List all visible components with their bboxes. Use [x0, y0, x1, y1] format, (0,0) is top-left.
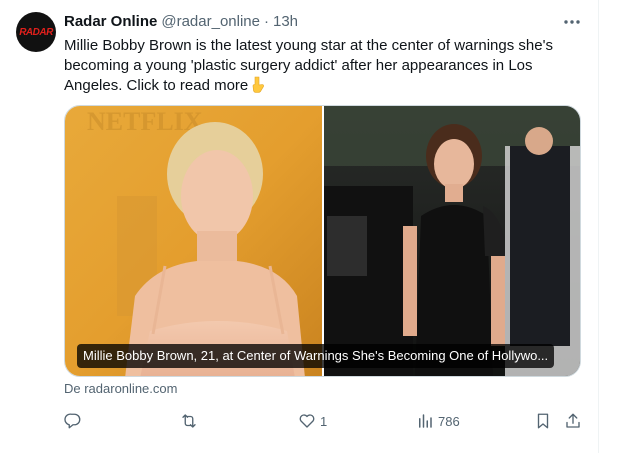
netflix-backdrop-text: NETFLIX	[87, 107, 203, 136]
link-card[interactable]: NETFLIX Millie Bobby Brown, 21, at Cente…	[64, 105, 581, 377]
retweet-button[interactable]	[172, 404, 206, 438]
author-name[interactable]: Radar Online	[64, 13, 157, 30]
heart-icon	[290, 404, 324, 438]
tweet-text: Millie Bobby Brown is the latest young s…	[64, 36, 589, 96]
bookmark-button[interactable]	[526, 404, 560, 438]
tweet[interactable]: RADAR Radar Online @radar_online · 13h M…	[0, 0, 598, 453]
card-source[interactable]: De radaronline.com	[64, 381, 177, 396]
like-count: 1	[320, 413, 328, 429]
radar-logo: RADAR	[19, 26, 53, 38]
more-options-button[interactable]	[560, 12, 584, 32]
share-button[interactable]	[556, 404, 590, 438]
views-count: 786	[438, 413, 460, 429]
pointing-down-emoji	[250, 76, 267, 93]
avatar[interactable]: RADAR	[16, 12, 56, 52]
separator-dot: ·	[263, 12, 269, 30]
card-title: Millie Bobby Brown, 21, at Center of War…	[77, 344, 555, 368]
bookmark-icon	[526, 404, 560, 438]
timestamp[interactable]: 13h	[273, 13, 298, 30]
like-button[interactable]: 1	[290, 404, 327, 438]
retweet-icon	[172, 404, 206, 438]
right-gutter	[599, 0, 620, 453]
card-image: NETFLIX	[65, 106, 580, 376]
reply-icon	[56, 404, 90, 438]
views-icon	[408, 404, 442, 438]
tweet-text-content: Millie Bobby Brown is the latest young s…	[64, 37, 553, 94]
views-button[interactable]: 786	[408, 404, 460, 438]
more-icon	[564, 20, 580, 24]
author-handle[interactable]: @radar_online	[161, 13, 260, 30]
tweet-header: Radar Online @radar_online · 13h	[64, 11, 298, 31]
reply-button[interactable]	[56, 404, 90, 438]
share-icon	[556, 404, 590, 438]
action-bar: 1 786	[56, 404, 588, 438]
